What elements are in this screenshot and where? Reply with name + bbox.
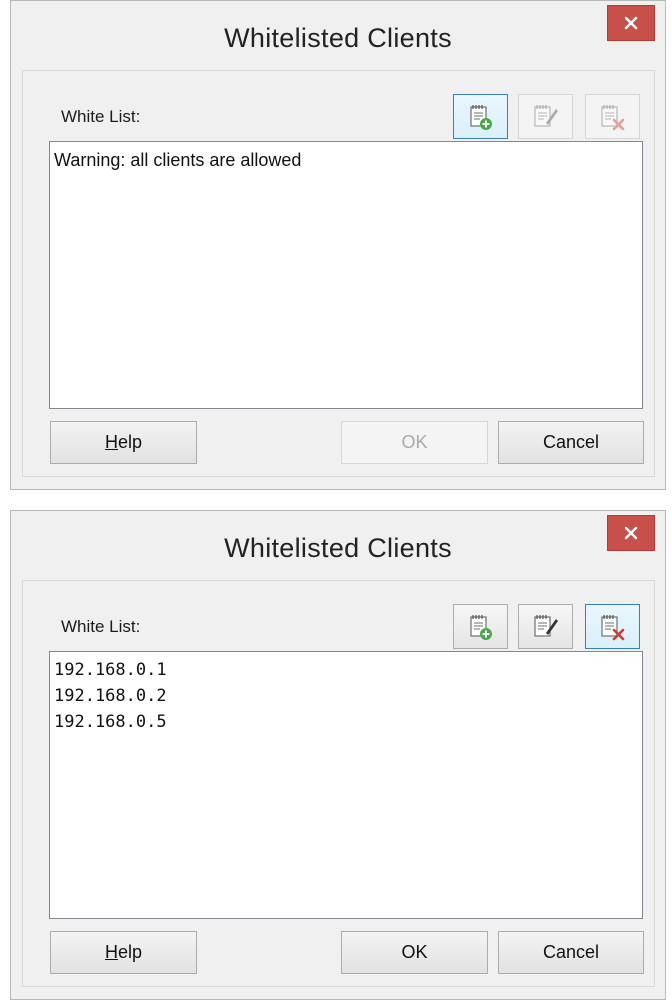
close-icon [624,16,638,30]
cancel-button[interactable]: Cancel [498,421,644,464]
white-list-label: White List: [61,617,141,636]
help-label: elp [117,942,143,962]
whitelist-dialog: Whitelisted Clients White List: [10,510,666,1000]
add-entry-icon [469,614,492,640]
add-entry-button[interactable] [453,94,508,139]
edit-entry-button[interactable] [518,94,573,139]
add-entry-button[interactable] [453,604,508,649]
white-list-label: White List: [61,107,141,126]
close-button[interactable] [607,515,655,551]
close-icon [624,526,638,540]
whitelist-dialog: Whitelisted Clients White List: [10,0,666,490]
ok-button[interactable]: OK [341,421,488,464]
help-label: elp [117,432,143,452]
white-list-box[interactable]: Warning: all clients are allowed [49,141,643,409]
delete-entry-icon [600,614,624,640]
delete-entry-button[interactable] [585,94,640,139]
list-item[interactable]: 192.168.0.2 [54,683,638,709]
add-entry-icon [469,104,492,130]
help-mnemonic: H [104,942,118,962]
delete-entry-button[interactable] [585,604,640,649]
edit-entry-button[interactable] [518,604,573,649]
edit-entry-icon [533,614,558,637]
ok-button[interactable]: OK [341,931,488,974]
close-button[interactable] [607,5,655,41]
help-button[interactable]: Help [50,421,197,464]
edit-entry-icon [533,104,558,127]
white-list-box[interactable]: 192.168.0.1 192.168.0.2 192.168.0.5 [49,651,643,919]
dialog-title: Whitelisted Clients [224,23,452,53]
dialog-title: Whitelisted Clients [224,533,452,563]
delete-entry-icon [600,104,624,130]
list-item[interactable]: 192.168.0.1 [54,657,638,683]
cancel-button[interactable]: Cancel [498,931,644,974]
list-item[interactable]: Warning: all clients are allowed [54,147,638,173]
list-item[interactable]: 192.168.0.5 [54,709,638,735]
help-button[interactable]: Help [50,931,197,974]
help-mnemonic: H [104,432,118,452]
